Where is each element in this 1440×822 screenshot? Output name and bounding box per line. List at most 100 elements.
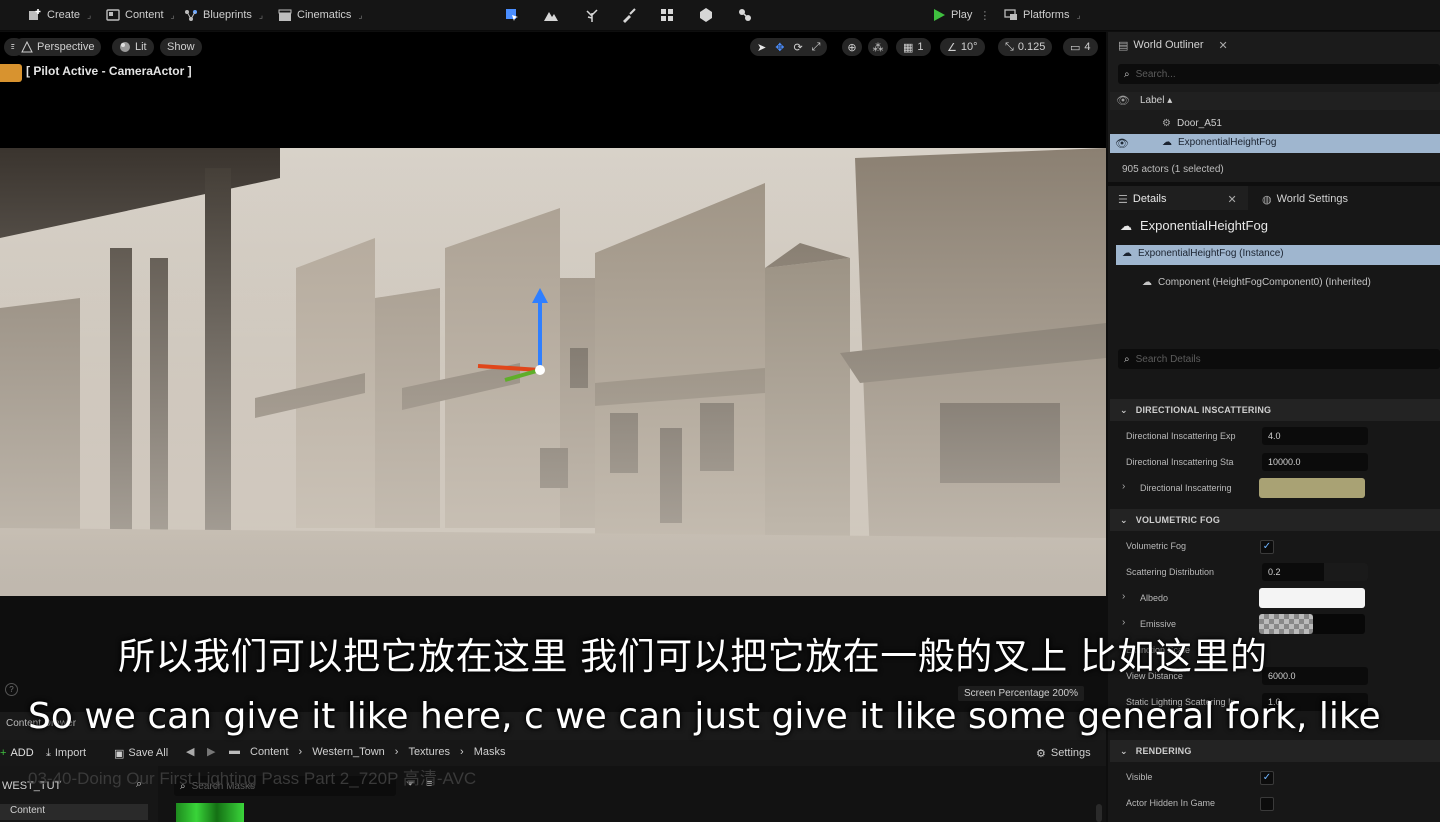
grid-snap-button[interactable]: ▦ 1 [896,38,931,56]
visibility-icon[interactable]: 👁︎ [1115,137,1129,150]
dir-inscattering-start-input[interactable]: 10000.0 [1262,453,1368,471]
breadcrumb-item[interactable]: Masks [474,746,506,758]
landscape-icon[interactable] [542,6,560,24]
camera-speed-button[interactable]: ▭ 4 [1063,38,1098,56]
chevron-right-icon[interactable]: › [1122,481,1125,492]
western-town-scene [0,148,1106,596]
breadcrumb: Content › Western_Town › Textures › Mask… [250,746,505,758]
show-button[interactable]: Show [160,38,202,56]
rotation-snap-button[interactable]: ∠ 10° [940,38,985,56]
dir-inscattering-exp-input[interactable]: 4.0 [1262,427,1368,445]
platforms-button[interactable]: Platforms [1004,6,1081,24]
import-button[interactable]: ⤓ Import [46,744,86,762]
actor-count: 905 actors (1 selected) [1122,164,1224,175]
subtitle-english: So we can give it like here, c we can ju… [28,696,1381,737]
volumetric-fog-checkbox[interactable]: ✓ [1260,540,1274,554]
select-mode-icon[interactable] [503,6,521,24]
fog-icon: ☁ [1142,277,1152,288]
tab-details[interactable]: ☰ Details ✕ [1118,188,1237,210]
sphere-icon [120,42,130,52]
lit-button[interactable]: Lit [112,38,154,56]
details-icon: ☰ [1118,193,1128,206]
chevron-right-icon[interactable]: › [1122,591,1125,602]
play-options-icon[interactable]: ⋮ [979,9,990,22]
globe-icon: ◍ [1262,193,1272,206]
level-viewport[interactable]: ≡ Perspective Lit Show ➤ ✥ ⟳ ⤢ ⊕ ⁂ ▦ 1 ∠… [0,32,1106,596]
scale-snap-button[interactable]: ⤡ 0.125 [998,38,1053,56]
chevron-right-icon: › [460,746,464,758]
breadcrumb-item[interactable]: Western_Town [312,746,385,758]
outliner-item-door[interactable]: ⚙ Door_A51 [1162,118,1222,129]
close-icon[interactable]: ✕ [1219,39,1228,52]
mesh-paint-icon[interactable] [620,6,638,24]
create-button[interactable]: Create [28,6,91,24]
visible-checkbox[interactable]: ✓ [1260,771,1274,785]
select-arrow-icon[interactable]: ➤ [757,41,766,54]
scattering-distribution-input[interactable]: 0.2 [1262,563,1368,581]
dir-inscattering-color-swatch[interactable] [1259,478,1365,498]
section-volumetric-fog[interactable]: ⌄ VOLUMETRIC FOG [1110,509,1440,531]
visibility-icon[interactable]: 👁︎ [1116,94,1130,107]
close-icon[interactable]: ✕ [1228,193,1237,206]
tab-world-settings[interactable]: ◍ World Settings [1262,188,1348,210]
prop-label: Directional Inscattering Exp [1126,431,1236,441]
static-mesh-icon: ⚙ [1162,118,1171,129]
surface-snap-button[interactable]: ⁂ [868,38,888,56]
details-search-input[interactable]: ⌕ Search Details [1118,349,1440,369]
mask-texture-thumbnail[interactable] [176,803,244,822]
settings-button[interactable]: ⚙ Settings [1036,744,1091,762]
chevron-right-icon: › [394,746,399,758]
foliage-icon[interactable] [583,6,601,24]
prop-label: Directional Inscattering [1140,483,1232,493]
grid-icon: ▦ [903,41,914,54]
component-inherited-row[interactable]: ☁ Component (HeightFogComponent0) (Inher… [1142,277,1371,288]
main-toolbar: Create Content Blueprints Cinematics Pla… [0,0,1440,31]
fracture-icon[interactable] [658,6,676,24]
forward-icon[interactable]: ▶ [207,745,215,758]
world-local-toggle[interactable]: ⊕ [842,38,862,56]
blueprints-button[interactable]: Blueprints [184,6,263,24]
add-button[interactable]: + ADD [0,744,34,762]
section-directional-inscattering[interactable]: ⌄ DIRECTIONAL INSCATTERING [1110,399,1440,421]
modeling-icon[interactable] [697,6,715,24]
content-scrollbar[interactable] [1096,804,1102,822]
chevron-right-icon: › [298,746,303,758]
prop-label: Actor Hidden In Game [1126,798,1216,808]
section-rendering[interactable]: ⌄ RENDERING [1110,740,1440,762]
content-icon [106,9,120,21]
animation-icon[interactable] [736,6,754,24]
save-all-button[interactable]: ▣ Save All [114,744,168,762]
gear-icon: ⚙ [1036,747,1046,760]
outliner-icon: ▤ [1118,39,1129,52]
breadcrumb-item[interactable]: Textures [408,746,450,758]
content-button[interactable]: Content [106,6,175,24]
selected-actor-title: ☁ ExponentialHeightFog [1120,218,1268,233]
outliner-search-input[interactable]: ⌕ Search... [1118,64,1440,84]
actor-hidden-checkbox[interactable] [1260,797,1274,811]
scene-render[interactable] [0,148,1106,596]
label-column-header[interactable]: Label ▴ [1140,95,1172,106]
breadcrumb-item[interactable]: Content [250,746,289,758]
prop-label: Volumetric Fog [1126,541,1187,551]
prop-label: Visible [1126,772,1153,782]
pilot-camera-icon[interactable] [0,64,22,82]
translate-icon[interactable]: ✥ [775,41,784,54]
angle-icon: ∠ [947,41,957,54]
component-instance-label: ☁ ExponentialHeightFog (Instance) [1122,248,1284,259]
fog-icon: ☁ [1162,137,1172,148]
prop-label: Albedo [1140,593,1169,603]
albedo-color-swatch[interactable] [1259,588,1365,608]
rotate-icon[interactable]: ⟳ [793,41,802,54]
chevron-down-icon: ⌄ [1120,745,1128,756]
tab-world-outliner[interactable]: ▤ World Outliner ✕ [1118,34,1228,56]
scale-snap-icon: ⤡ [1005,40,1014,53]
perspective-button[interactable]: Perspective [14,38,102,56]
back-icon[interactable]: ◀ [186,745,194,758]
surface-snap-icon: ⁂ [872,41,884,54]
cinematics-button[interactable]: Cinematics [278,6,363,24]
clapperboard-icon [278,9,292,21]
prop-label: Directional Inscattering Sta [1126,457,1234,467]
scale-icon[interactable]: ⤢ [812,41,821,54]
play-button[interactable]: Play ⋮ [932,6,990,24]
chevron-down-icon: ⌄ [1120,514,1128,525]
